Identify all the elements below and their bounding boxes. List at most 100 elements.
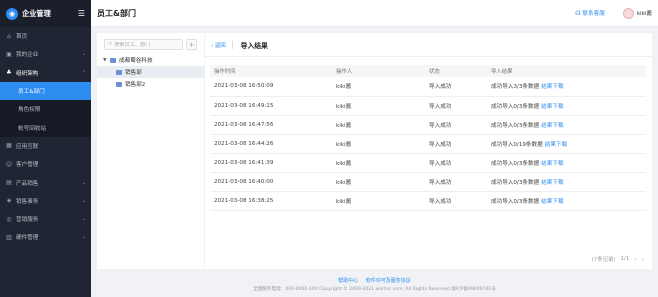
result-download-link[interactable]: 结果下载 xyxy=(541,104,563,110)
sidebar-item-marketing[interactable]: ◎ 营销服务 ⌄ xyxy=(0,210,91,228)
pagination: (7条记录) 1/1 ‹ › xyxy=(592,255,644,264)
customer-icon: ☺ xyxy=(5,160,13,168)
footer-link-help[interactable]: 帮助中心 xyxy=(338,278,358,284)
result-text: 成功导入3/3条数据 xyxy=(491,84,540,91)
table-header-row: 操作时间 操作人 状态 导入结果 xyxy=(210,65,646,77)
back-button[interactable]: ‹ 返回 xyxy=(211,40,233,49)
operator-cell: kiki酱 xyxy=(332,191,425,212)
operator-cell: kiki酱 xyxy=(332,172,425,193)
sidebar-item-apps[interactable]: ▦ 应用互联 xyxy=(0,137,91,155)
support-link[interactable]: ☊ 联系客服 xyxy=(575,9,605,18)
result-cell: 成功导入0/19条数据 结果下载 xyxy=(487,134,646,154)
footer-link-license[interactable]: 软件许可及服务协议 xyxy=(366,278,411,284)
result-download-link[interactable]: 结果下载 xyxy=(545,142,567,148)
result-text: 成功导入0/19条数据 xyxy=(491,141,543,148)
folder-icon xyxy=(110,57,116,63)
page-indicator: 1/1 xyxy=(620,256,630,262)
table-row: 2021-03-08 16:50:09 kiki酱 导入成功 成功导入3/3条数据 结果… xyxy=(210,77,646,97)
column-header: 操作时间 xyxy=(214,69,236,75)
status-cell: 导入成功 xyxy=(425,134,487,154)
prev-page-icon[interactable]: ‹ xyxy=(634,256,636,263)
headset-icon: ☊ xyxy=(575,9,581,17)
caret-down-icon[interactable]: ▼ xyxy=(103,58,110,63)
page-title: 员工&部门 xyxy=(97,8,136,18)
operator-cell: kiki酱 xyxy=(332,115,425,135)
status-cell: 导入成功 xyxy=(425,115,487,135)
sidebar-item-hardware[interactable]: ▥ 硬件管理 ⌄ xyxy=(0,228,91,246)
copyright: 全国服务电话：400-0060-100 Copyright © 2009-202… xyxy=(253,287,496,292)
result-download-link[interactable]: 结果下载 xyxy=(541,84,563,90)
sidebar-item-home[interactable]: ⌂ 首页 xyxy=(0,27,91,45)
next-page-icon[interactable]: › xyxy=(642,256,644,263)
avatar[interactable] xyxy=(622,7,634,19)
column-header: 导入结果 xyxy=(491,69,513,75)
result-download-link[interactable]: 结果下载 xyxy=(541,161,563,167)
sidebar-item-my-company[interactable]: ▣ 我的企业 ⌄ xyxy=(0,45,91,63)
result-cell: 成功导入3/3条数据 结果下载 xyxy=(487,77,646,97)
product-icon: ▤ xyxy=(6,179,12,187)
tree-node-child[interactable]: 销售部2 xyxy=(97,78,204,90)
sidebar-item-label: 产品销售 xyxy=(16,180,39,187)
sidebar-subitem-roles[interactable]: 角色权限 xyxy=(0,100,91,118)
result-text: 成功导入0/3条数据 xyxy=(491,122,540,129)
status-cell: 导入成功 xyxy=(425,191,487,212)
operator-cell: kiki酱 xyxy=(332,77,425,97)
sidebar-item-label: 营销服务 xyxy=(16,217,39,224)
tree-node-label: 销售部2 xyxy=(125,82,146,88)
org-icon: ♣ xyxy=(6,69,12,77)
import-results-table: 操作时间 操作人 状态 导入结果 2021-03-08 16:50:09 kiki… xyxy=(210,65,646,212)
breadcrumb: ‹ 返回 导入结果 xyxy=(205,33,652,57)
result-text: 成功导入0/3条数据 xyxy=(491,180,540,187)
add-department-button[interactable]: + xyxy=(186,39,197,50)
sidebar-item-label: 组织架构 xyxy=(16,70,39,77)
building-icon: ▣ xyxy=(6,50,12,58)
time-cell: 2021-03-08 16:41:39 xyxy=(210,153,332,173)
sidebar-item-label: 应用互联 xyxy=(16,143,39,150)
user-name[interactable]: kiki酱 xyxy=(637,9,652,17)
result-download-link[interactable]: 结果下载 xyxy=(541,123,563,129)
sidebar-item-org[interactable]: ♣ 组织架构 ⌃ xyxy=(0,64,91,82)
tree-node-child[interactable]: 销售部 xyxy=(97,66,204,78)
sidebar-subitem-label: 角色权限 xyxy=(18,107,41,114)
sidebar-item-products[interactable]: ▤ 产品销售 ⌄ xyxy=(0,173,91,191)
brand-logo-icon: ◉ xyxy=(6,7,18,20)
sidebar: ◉ 企业管理 ☰ ⌂ 首页 ▣ 我的企业 ⌄ ♣ 组织架构 ⌃ 员工&部门 角色… xyxy=(0,0,91,297)
result-download-link[interactable]: 结果下载 xyxy=(541,180,563,186)
time-cell: 2021-03-08 16:49:15 xyxy=(210,96,332,116)
apps-icon: ▦ xyxy=(6,142,12,150)
menu-fold-icon[interactable]: ☰ xyxy=(78,9,85,18)
table-row: 2021-03-08 16:49:15 kiki酱 导入成功 成功导入0/3条数据 结果… xyxy=(210,96,646,116)
folder-icon xyxy=(116,69,122,75)
section-title: 导入结果 xyxy=(240,41,268,50)
tree-node-root[interactable]: ▼ 成都蜀谷科技 xyxy=(97,54,204,66)
sales-icon: ◈ xyxy=(6,197,12,205)
result-download-link[interactable]: 结果下载 xyxy=(541,199,563,205)
search-box[interactable]: ⌕ xyxy=(104,39,183,50)
time-cell: 2021-03-08 16:47:56 xyxy=(210,115,332,135)
time-cell: 2021-03-08 16:50:09 xyxy=(210,77,332,97)
hardware-icon: ▥ xyxy=(6,233,12,241)
tree-search-row: ⌕ + xyxy=(97,33,204,54)
result-text: 成功导入0/3条数据 xyxy=(491,103,540,110)
search-input[interactable] xyxy=(114,41,178,48)
table-row: 2021-03-08 16:41:39 kiki酱 导入成功 成功导入0/3条数据 结果… xyxy=(210,153,646,173)
sidebar-subitem-staff-dept[interactable]: 员工&部门 xyxy=(0,81,91,101)
column-header: 操作人 xyxy=(336,69,353,75)
chevron-up-icon: ⌃ xyxy=(81,69,86,76)
support-label: 联系客服 xyxy=(582,11,605,17)
chevron-down-icon: ⌄ xyxy=(81,234,86,241)
time-cell: 2021-03-08 16:40:00 xyxy=(210,172,332,193)
table-row: 2021-03-08 16:38:25 kiki酱 导入成功 成功导入0/3条数据 结果… xyxy=(210,191,646,212)
sidebar-item-label: 销售事务 xyxy=(16,198,39,205)
sidebar-item-label: 客户管理 xyxy=(16,162,39,169)
top-header: 员工&部门 ☊ 联系客服 kiki酱 xyxy=(91,0,658,27)
sidebar-item-customers[interactable]: ☺ 客户管理 xyxy=(0,155,91,173)
sidebar-subitem-label: 帐号回收站 xyxy=(18,125,46,132)
tree-node-label: 销售部 xyxy=(125,70,142,76)
time-cell: 2021-03-08 16:38:25 xyxy=(210,191,332,212)
operator-cell: kiki酱 xyxy=(332,134,425,154)
sidebar-item-sales[interactable]: ◈ 销售事务 ⌄ xyxy=(0,192,91,210)
sidebar-subitem-label: 员工&部门 xyxy=(18,89,45,96)
footer-links: 帮助中心 软件许可及服务协议 xyxy=(91,277,658,284)
sidebar-subitem-recycle[interactable]: 帐号回收站 xyxy=(0,118,91,136)
